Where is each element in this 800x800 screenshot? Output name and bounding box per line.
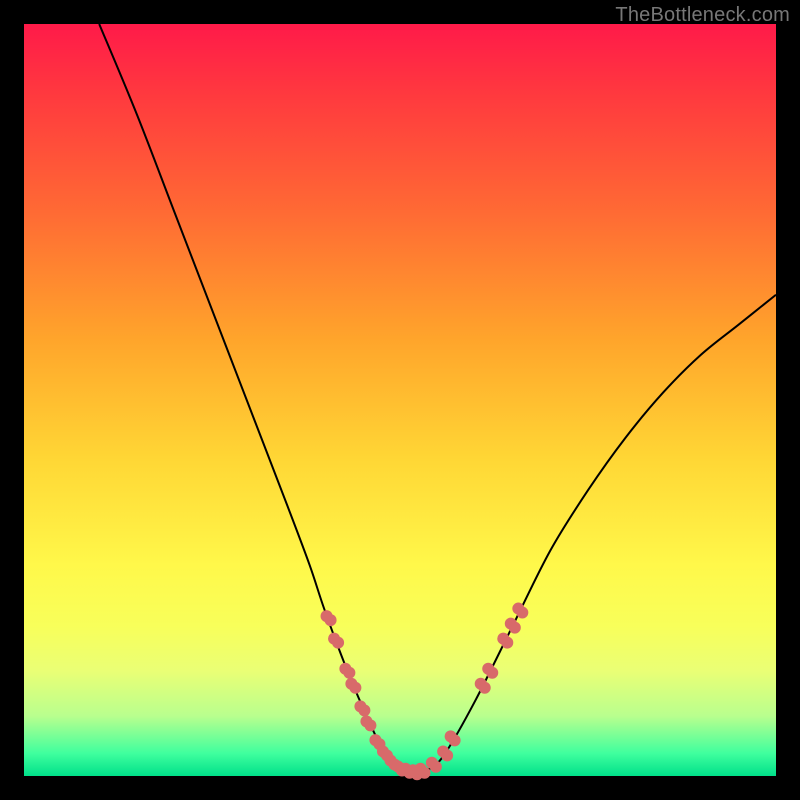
bottleneck-curve — [99, 24, 776, 772]
marker-dot — [516, 607, 528, 619]
marker-dot — [449, 734, 461, 746]
marker-dot — [364, 719, 376, 731]
marker-dot — [509, 622, 521, 634]
chart-svg — [24, 24, 776, 776]
marker-dot — [441, 749, 453, 761]
marker-dot — [325, 614, 337, 626]
marker-dot — [358, 704, 370, 716]
marker-dot — [332, 637, 344, 649]
marker-dot — [479, 682, 491, 694]
curve-markers — [321, 603, 529, 781]
marker-dot — [501, 637, 513, 649]
chart-frame — [24, 24, 776, 776]
marker-dot — [419, 767, 431, 779]
marker-dot — [349, 682, 361, 694]
marker-dot — [486, 667, 498, 679]
marker-dot — [343, 667, 355, 679]
marker-dot — [430, 761, 442, 773]
